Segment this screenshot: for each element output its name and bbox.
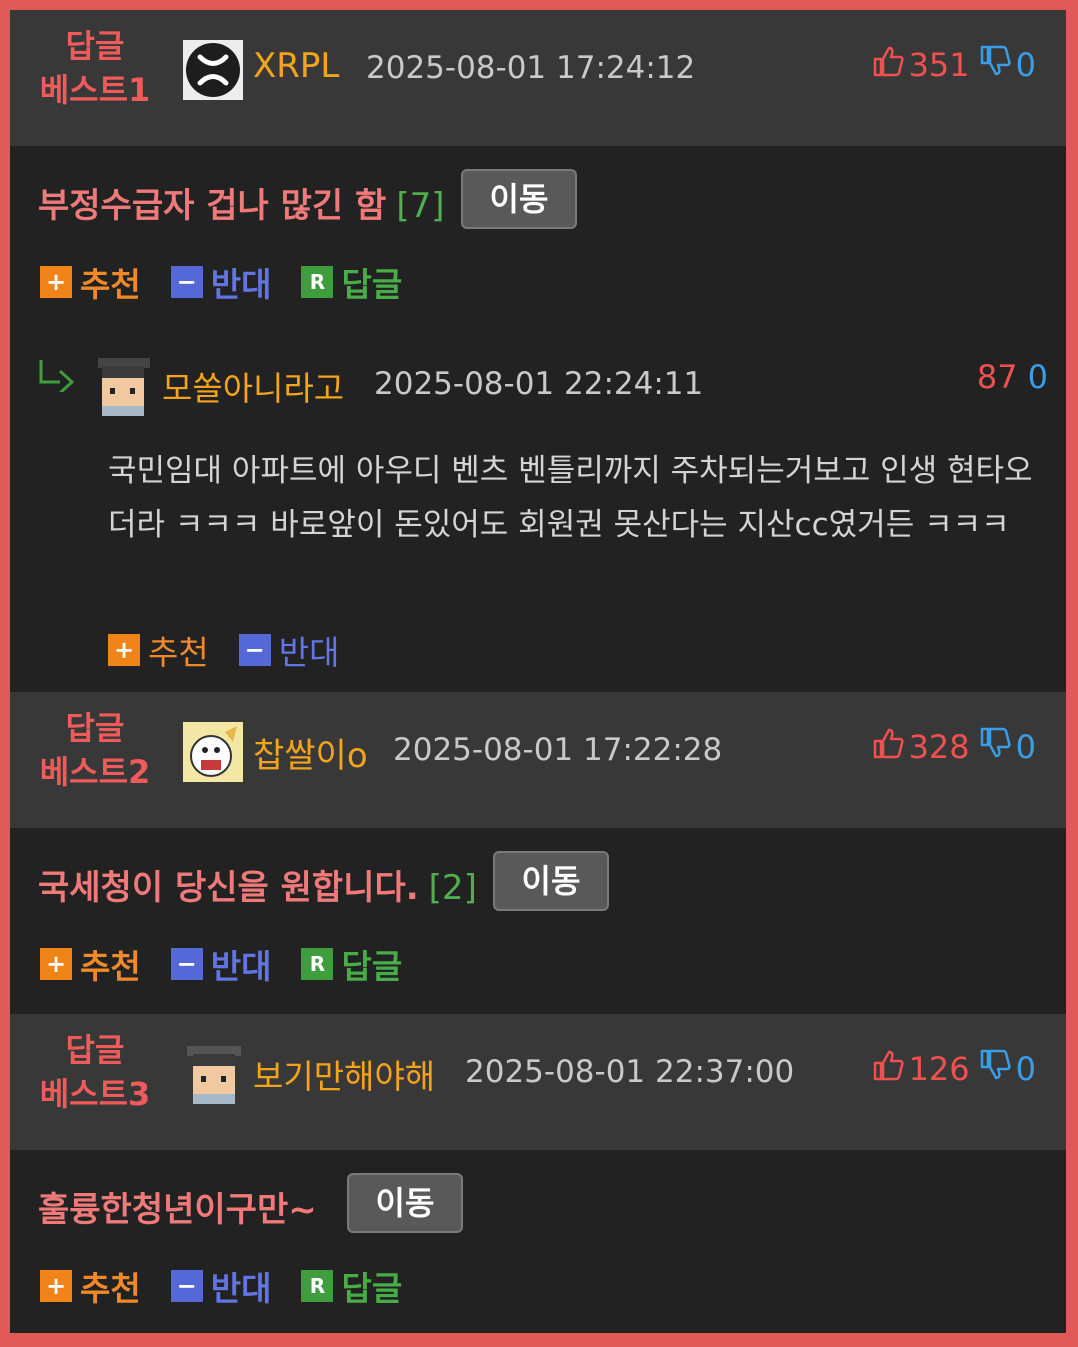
best-comment-body-1: 부정수급자 겁나 많긴 함 [7] 이동 + 추천 − 반대 R 답글 모쏠아니…	[10, 146, 1066, 692]
reply-username[interactable]: 모쏠아니라고	[162, 362, 344, 410]
reply-r-icon: R	[301, 1270, 334, 1302]
reply-label: 답글	[341, 265, 403, 304]
reply-button[interactable]: R 답글	[301, 258, 402, 306]
comment-title-text: 훌륭한청년이구만~	[38, 1190, 317, 1230]
oppose-label: 반대	[210, 1269, 272, 1308]
recommend-label: 추천	[148, 633, 209, 672]
oppose-label: 반대	[210, 947, 272, 986]
vote-counts: 126 0	[871, 1048, 1036, 1090]
best-rank-badge: 답글 베스트3	[30, 1028, 160, 1116]
thumbs-down-icon[interactable]	[978, 1048, 1012, 1090]
thumbs-up-icon[interactable]	[871, 1048, 905, 1090]
best-rank-badge: 답글 베스트1	[30, 24, 160, 112]
vote-counts: 351 0	[871, 44, 1036, 86]
upvote-count: 351	[908, 46, 970, 84]
reply-upvote-count: 87	[976, 358, 1018, 396]
best-comment-body-3: 훌륭한청년이구만~ 이동 + 추천 − 반대 R 답글	[10, 1150, 1066, 1333]
username[interactable]: 찹쌀이o	[253, 728, 368, 777]
rank-label: 답글	[65, 1031, 125, 1069]
comment-title-text: 부정수급자 겁나 많긴 함	[38, 186, 387, 226]
best-comments-panel: 답글 베스트1 XRPL 2025-08-01 17:24:12 351 0 부…	[10, 10, 1066, 1333]
recommend-button[interactable]: + 추천	[108, 626, 209, 674]
recommend-button[interactable]: + 추천	[40, 940, 141, 988]
comment-actions: + 추천 − 반대 R 답글	[40, 1262, 432, 1310]
thumbs-down-icon[interactable]	[978, 726, 1012, 768]
reply-label: 답글	[341, 947, 403, 986]
minus-icon: −	[170, 266, 203, 298]
vote-counts: 328 0	[871, 726, 1036, 768]
reply-actions: + 추천 − 반대	[108, 626, 369, 674]
oppose-button[interactable]: − 반대	[170, 258, 272, 306]
comment-title: 국세청이 당신을 원합니다. [2]	[38, 860, 477, 909]
comment-date: 2025-08-01 17:22:28	[393, 732, 723, 768]
comment-actions: + 추천 − 반대 R 답글	[40, 940, 432, 988]
downvote-count: 0	[1015, 1050, 1036, 1088]
rank-number: 베스트3	[39, 1075, 151, 1113]
recommend-label: 추천	[80, 265, 141, 304]
reply-text: 국민임대 아파트에 아우디 벤츠 벤틀리까지 주차되는거보고 인생 현타오더라 …	[108, 453, 1033, 543]
thumbs-down-icon[interactable]	[978, 44, 1012, 86]
best-comment-header-2: 답글 베스트2 찹쌀이o 2025-08-01 17:22:28 328 0	[10, 692, 1066, 828]
thumbs-up-icon[interactable]	[871, 44, 905, 86]
downvote-count: 0	[1015, 728, 1036, 766]
comment-title: 부정수급자 겁나 많긴 함 [7]	[38, 178, 444, 227]
rank-label: 답글	[65, 709, 125, 747]
comment-date: 2025-08-01 17:24:12	[366, 50, 696, 86]
plus-icon: +	[108, 634, 140, 666]
reply-button[interactable]: R 답글	[301, 940, 402, 988]
reply-date: 2025-08-01 22:24:11	[374, 366, 704, 402]
upvote-count: 328	[908, 728, 970, 766]
recommend-label: 추천	[80, 947, 141, 986]
best-comment-body-2: 국세청이 당신을 원합니다. [2] 이동 + 추천 − 반대 R 답글	[10, 828, 1066, 1014]
reply-r-icon: R	[301, 266, 334, 298]
comment-actions: + 추천 − 반대 R 답글	[40, 258, 432, 306]
plus-icon: +	[40, 266, 72, 298]
rank-number: 베스트2	[39, 753, 151, 791]
upvote-count: 126	[908, 1050, 970, 1088]
minus-icon: −	[170, 1270, 203, 1302]
best-comment-header-3: 답글 베스트3 보기만해야해 2025-08-01 22:37:00 126 0	[10, 1014, 1066, 1150]
comment-date: 2025-08-01 22:37:00	[465, 1054, 795, 1090]
minus-icon: −	[238, 634, 271, 666]
reply-score: 87 0	[977, 358, 1048, 396]
avatar[interactable]	[183, 40, 243, 100]
reply-count: [2]	[428, 868, 477, 908]
reply-label: 답글	[341, 1269, 403, 1308]
rank-label: 답글	[65, 27, 125, 65]
rank-number: 베스트1	[39, 71, 151, 109]
move-button[interactable]: 이동	[461, 169, 577, 229]
move-button[interactable]: 이동	[347, 1173, 463, 1233]
reply-downvote-count: 0	[1027, 358, 1048, 396]
username[interactable]: 보기만해야해	[253, 1050, 435, 1098]
move-button[interactable]: 이동	[493, 851, 609, 911]
recommend-button[interactable]: + 추천	[40, 1262, 141, 1310]
oppose-button[interactable]: − 반대	[170, 940, 272, 988]
thumbs-up-icon[interactable]	[871, 726, 905, 768]
oppose-label: 반대	[210, 265, 272, 304]
avatar[interactable]	[183, 1044, 243, 1104]
best-comment-header-1: 답글 베스트1 XRPL 2025-08-01 17:24:12 351 0	[10, 10, 1066, 146]
reply-button[interactable]: R 답글	[301, 1262, 402, 1310]
comment-title: 훌륭한청년이구만~	[38, 1182, 317, 1231]
reply-count: [7]	[396, 186, 445, 226]
minus-icon: −	[170, 948, 203, 980]
oppose-button[interactable]: − 반대	[170, 1262, 272, 1310]
avatar[interactable]	[92, 356, 152, 416]
plus-icon: +	[40, 1270, 72, 1302]
oppose-button[interactable]: − 반대	[238, 626, 340, 674]
oppose-label: 반대	[278, 633, 340, 672]
avatar[interactable]	[183, 722, 243, 782]
reply-r-icon: R	[301, 948, 334, 980]
username[interactable]: XRPL	[253, 46, 339, 86]
recommend-button[interactable]: + 추천	[40, 258, 141, 306]
plus-icon: +	[40, 948, 72, 980]
comment-title-text: 국세청이 당신을 원합니다.	[38, 868, 419, 908]
best-rank-badge: 답글 베스트2	[30, 706, 160, 794]
reply-arrow-icon	[38, 358, 78, 396]
downvote-count: 0	[1015, 46, 1036, 84]
recommend-label: 추천	[80, 1269, 141, 1308]
